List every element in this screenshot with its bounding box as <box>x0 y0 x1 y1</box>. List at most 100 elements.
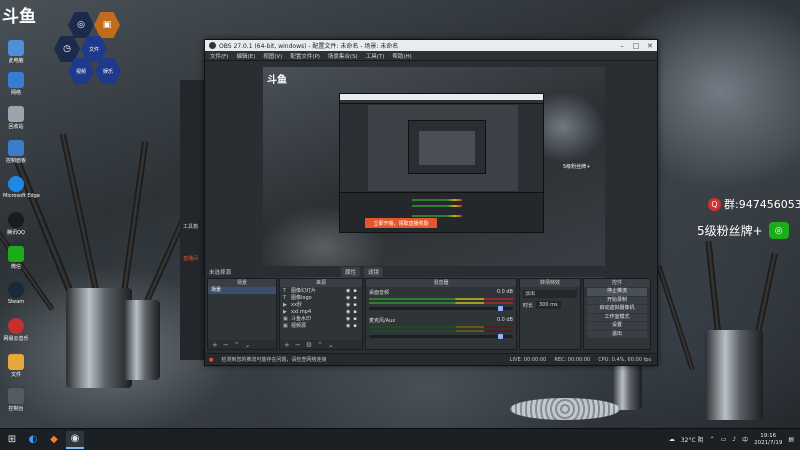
eye-icon[interactable]: ◉ <box>346 323 350 329</box>
lock-icon[interactable]: ▪ <box>353 295 356 301</box>
menu-scene-collection[interactable]: 场景集合(S) <box>328 52 358 60</box>
desktop-icon-music[interactable]: 网易云音乐 <box>3 318 29 342</box>
volume-icon[interactable]: ♪ <box>732 436 736 443</box>
side-label-tools[interactable]: 工具箱 <box>183 223 198 230</box>
stop-stream-button[interactable]: 停止推流 <box>587 288 647 296</box>
studio-mode-button[interactable]: 工作室模式 <box>587 313 647 321</box>
settings-button[interactable]: 设置 <box>587 322 647 330</box>
nested-meter <box>412 205 462 207</box>
douyu-taskbar-icon[interactable]: ◆ <box>45 431 63 449</box>
lock-icon[interactable]: ▪ <box>353 302 356 308</box>
weather-icon[interactable]: ☁ <box>669 436 675 443</box>
text-source-icon: T <box>283 294 287 301</box>
eye-icon[interactable]: ◉ <box>346 288 350 294</box>
wechat-icon <box>8 246 24 262</box>
preview-start-stream-banner: 立即开播，领取直播奖励 <box>365 218 437 228</box>
qq-group-text: 群:947456053 <box>724 198 800 211</box>
mixer-dock: 混音器 桌面音频 0.0 dB 麦克风/Aux 0.0 dB <box>365 278 517 350</box>
minimize-icon[interactable]: – <box>615 42 629 50</box>
menu-edit[interactable]: 编辑(E) <box>236 52 255 60</box>
media-source-icon: ▶ <box>283 308 287 315</box>
desktop-icon-computer[interactable]: 此电脑 <box>3 40 29 64</box>
move-up-icon[interactable]: ⌃ <box>317 341 323 349</box>
remove-scene-icon[interactable]: − <box>223 341 229 349</box>
desktop-icon-qq[interactable]: 腾讯QQ <box>3 212 29 236</box>
desktop-icon-edge[interactable]: Microsoft Edge <box>3 176 40 199</box>
menu-view[interactable]: 视图(V) <box>263 52 282 60</box>
scenes-dock-footer: + − ⌃ ⌄ <box>208 340 276 349</box>
ime-icon[interactable]: 中 <box>742 435 748 444</box>
start-recording-button[interactable]: 开始录制 <box>587 296 647 304</box>
desktop-icon-console[interactable]: 控制台 <box>3 388 29 412</box>
source-item[interactable]: ▣ 斗鱼水印 ◉ ▪ <box>280 315 362 323</box>
filters-button[interactable]: 滤镜 <box>364 266 384 277</box>
edge-taskbar-icon[interactable]: ◐ <box>24 431 42 449</box>
lock-icon[interactable]: ▪ <box>353 288 356 294</box>
move-down-icon[interactable]: ⌄ <box>328 341 334 349</box>
eye-icon[interactable]: ◉ <box>346 302 350 308</box>
transitions-dock-title: 转场特效 <box>520 279 580 287</box>
lock-icon[interactable]: ▪ <box>353 309 356 315</box>
music-icon <box>8 318 24 334</box>
remove-source-icon[interactable]: − <box>295 341 301 349</box>
menu-file[interactable]: 文件(F) <box>210 52 228 60</box>
notification-icon[interactable]: ▤ <box>788 436 794 443</box>
gear-icon[interactable]: ⚙ <box>306 341 312 349</box>
menu-tools[interactable]: 工具(T) <box>366 52 385 60</box>
wallpaper-cup <box>705 330 763 420</box>
obs-preview-canvas[interactable]: 斗鱼 立即开播，领取直播奖励 5级粉丝牌+ <box>263 67 605 278</box>
sources-dock-title: 来源 <box>280 279 362 287</box>
controls-dock: 控件 停止推流 开始录制 启动虚拟摄像机 工作室模式 设置 退出 <box>583 278 651 350</box>
desktop-icon-folder[interactable]: 文件 <box>3 354 29 378</box>
volume-slider[interactable] <box>369 306 513 311</box>
wallpaper-cup <box>124 300 160 380</box>
eye-icon[interactable]: ◉ <box>346 309 350 315</box>
move-down-icon[interactable]: ⌄ <box>245 341 251 349</box>
menu-help[interactable]: 帮助(H) <box>392 52 411 60</box>
chevron-up-icon[interactable]: ⌃ <box>710 436 715 443</box>
move-up-icon[interactable]: ⌃ <box>234 341 240 349</box>
side-label-room[interactable]: 直播间 <box>183 255 198 262</box>
windows-start-icon[interactable]: ⊞ <box>3 431 21 449</box>
source-item[interactable]: T 图像幻灯片 ◉ ▪ <box>280 287 362 295</box>
volume-slider[interactable] <box>369 334 513 339</box>
desktop-icon-steam[interactable]: Steam <box>3 282 29 305</box>
properties-button[interactable]: 属性 <box>341 266 361 277</box>
no-source-selected: 未选择源 <box>209 269 232 276</box>
duration-field[interactable]: 300 ms <box>536 301 561 309</box>
desktop-icon-control-panel[interactable]: 控制面板 <box>3 140 29 164</box>
close-icon[interactable]: ✕ <box>643 42 657 50</box>
wallpaper-brush <box>656 264 695 371</box>
warning-icon: ● <box>209 356 214 363</box>
desktop-icon-network[interactable]: 网络 <box>3 72 29 96</box>
add-source-icon[interactable]: + <box>284 341 290 349</box>
source-item[interactable]: ▶ xxl.mp4 ◉ ▪ <box>280 308 362 315</box>
source-item[interactable]: ▣ 视频源 ◉ ▪ <box>280 322 362 330</box>
network-tray-icon[interactable]: ▭ <box>721 436 727 443</box>
source-item[interactable]: ▶ xx秒 ◉ ▪ <box>280 301 362 309</box>
weather-text[interactable]: 32°C 阴 <box>681 435 704 444</box>
virtual-camera-button[interactable]: 启动虚拟摄像机 <box>587 305 647 313</box>
eye-icon[interactable]: ◉ <box>346 295 350 301</box>
cpu-fps: CPU: 0.4%, 60.00 fps <box>598 356 651 363</box>
transition-type-select[interactable]: 淡出 <box>523 290 577 298</box>
menu-profile[interactable]: 配置文件(P) <box>290 52 320 60</box>
eye-icon[interactable]: ◉ <box>346 316 350 322</box>
add-scene-icon[interactable]: + <box>212 341 218 349</box>
audio-level-meter <box>369 326 513 328</box>
desktop-icon-wechat[interactable]: 微信 <box>3 246 29 270</box>
lock-icon[interactable]: ▪ <box>353 323 356 329</box>
wallpaper-pearls <box>510 398 620 420</box>
scene-item[interactable]: 场景 <box>208 287 276 294</box>
source-item[interactable]: T 图像logo ◉ ▪ <box>280 294 362 302</box>
exit-button[interactable]: 退出 <box>587 330 647 338</box>
maximize-icon[interactable]: □ <box>629 42 643 50</box>
lock-icon[interactable]: ▪ <box>353 316 356 322</box>
desktop-icon-recycle-bin[interactable]: 回收站 <box>3 106 29 130</box>
obs-taskbar-icon[interactable]: ◉ <box>66 430 84 449</box>
control-panel-icon <box>8 140 24 156</box>
audio-level-meter <box>369 298 513 300</box>
image-source-icon: ▣ <box>283 315 288 322</box>
clock[interactable]: 19:16 2021/7/19 <box>754 433 782 447</box>
duration-label: 时长 <box>523 302 534 309</box>
